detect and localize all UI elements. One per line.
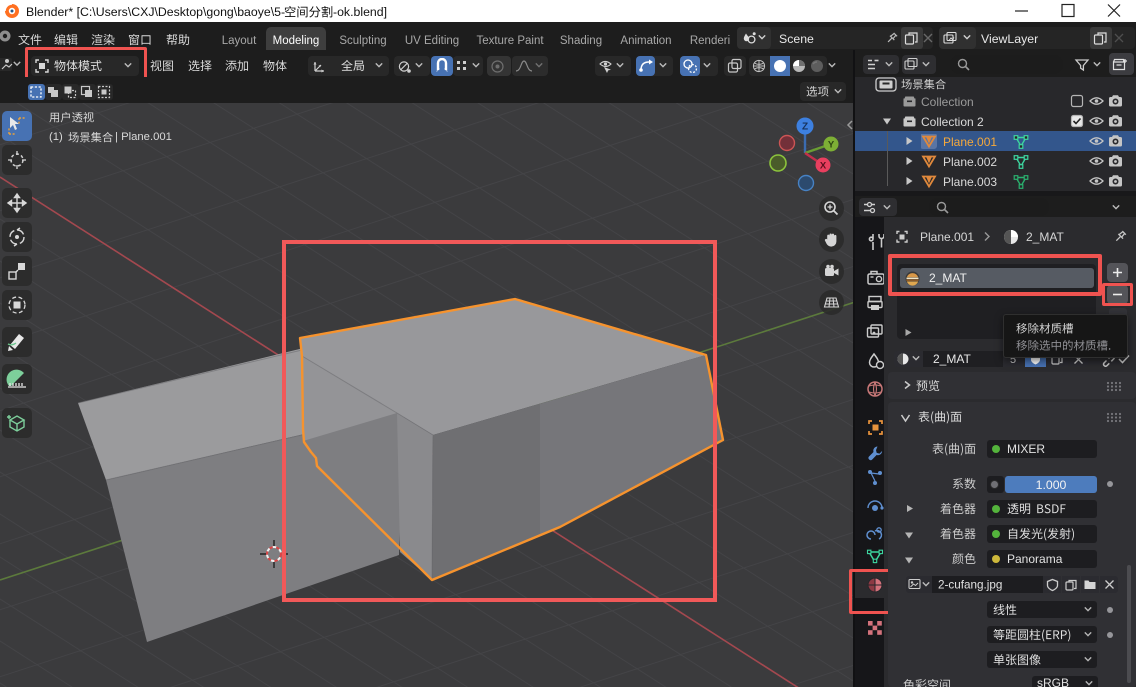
svg-text:Y: Y (828, 140, 835, 151)
svg-text:Z: Z (802, 122, 808, 133)
svg-text:X: X (820, 161, 827, 172)
